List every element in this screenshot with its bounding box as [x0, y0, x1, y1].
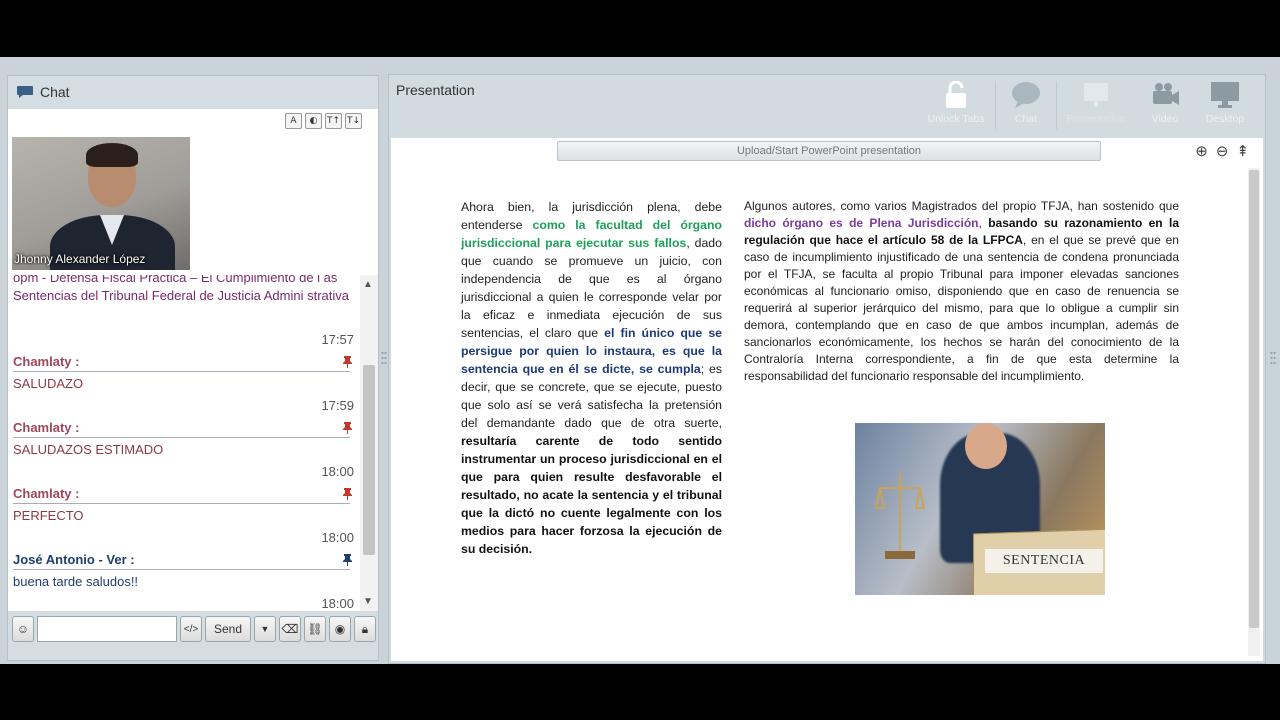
zoom-in-icon[interactable]: ⊕	[1195, 142, 1208, 160]
font-tools: A ◐ T↑ T↓	[285, 113, 362, 129]
lock-open-icon	[946, 81, 966, 108]
message-list: opm - Defensa Fiscal Práctica – El Cumpl…	[8, 275, 358, 611]
monitor-icon	[1211, 82, 1239, 108]
link-button[interactable]: ⛓	[304, 616, 326, 642]
presentation-icon	[1084, 83, 1108, 107]
presentation-tab-button[interactable]: Presentation	[1057, 81, 1135, 129]
chat-tab-button[interactable]: Chat	[996, 81, 1056, 129]
chevron-down-icon: ▼	[260, 624, 270, 634]
chat-footer: ☺ </> Send ▼ ⌫ ⛓ ◉ 🔒︎	[8, 614, 378, 644]
message-time: 17:59	[321, 398, 354, 413]
web-conference-app: Chat A ◐ T↑ T↓ Jhonny Alexander López op…	[0, 57, 1280, 664]
scroll-up-icon[interactable]: ▲	[363, 279, 373, 290]
resize-grip-icon[interactable]	[1270, 351, 1276, 365]
chat-title: Chat	[40, 84, 70, 100]
slide-scrollbar[interactable]	[1248, 168, 1260, 656]
chat-message-input[interactable]	[37, 616, 177, 642]
upload-presentation-button[interactable]: Upload/Start PowerPoint presentation	[557, 141, 1101, 161]
message-text: PERFECTO	[13, 508, 84, 523]
eye-icon: ◉	[334, 622, 346, 636]
smiley-icon: ☺	[16, 622, 30, 636]
chat-header: Chat	[8, 76, 378, 108]
link-icon: ⛓	[307, 622, 323, 636]
eraser-button[interactable]: ⌫	[279, 616, 301, 642]
resize-grip-icon[interactable]	[381, 351, 387, 365]
sentencia-label: SENTENCIA	[985, 549, 1103, 573]
scroll-down-icon[interactable]: ▼	[363, 596, 373, 607]
chat-bubble-icon	[17, 86, 33, 98]
unlock-tabs-button[interactable]: Unlock Tabs	[917, 81, 995, 129]
message-time: 17:57	[321, 332, 354, 347]
list-item: opm - Defensa Fiscal Práctica – El Cumpl…	[13, 275, 350, 303]
message-time: 18:00	[321, 530, 354, 545]
pin-icon[interactable]	[343, 356, 352, 368]
eraser-icon: ⌫	[281, 622, 299, 636]
message-author: Chamlaty :	[13, 354, 80, 369]
message-text: SALUDAZOS ESTIMADO	[13, 442, 164, 457]
pin-icon[interactable]	[343, 554, 352, 566]
font-increase-button[interactable]: T↑	[325, 113, 342, 129]
message-time: 18:00	[321, 596, 354, 611]
code-button[interactable]: </>	[180, 616, 202, 642]
chat-scrollbar[interactable]: ▲ ▼	[360, 275, 378, 611]
font-decrease-button[interactable]: T↓	[345, 113, 362, 129]
code-icon: </>	[183, 623, 199, 635]
pin-icon[interactable]	[343, 422, 352, 434]
presentation-panel: Presentation Unlock Tabs Chat Presentati…	[388, 74, 1266, 664]
slide-text-left: Ahora bien, la jurisdicción plena, debe …	[461, 200, 722, 556]
scales-of-justice-icon	[875, 473, 925, 559]
zoom-controls: ⊕ ⊖ ⇞	[1195, 142, 1249, 160]
message-author: Chamlaty :	[13, 420, 80, 435]
webcam-video[interactable]: Jhonny Alexander López	[12, 137, 190, 270]
send-options-button[interactable]: ▼	[254, 616, 276, 642]
font-color-button[interactable]: A	[285, 113, 302, 129]
message-time: 18:00	[321, 464, 354, 479]
lock-button[interactable]: 🔒︎	[354, 616, 376, 642]
lock-icon: 🔒︎	[361, 621, 369, 636]
chat-body: A ◐ T↑ T↓ Jhonny Alexander López opm - D…	[8, 109, 378, 611]
theme-button[interactable]: ◐	[305, 113, 322, 129]
fit-icon[interactable]: ⇞	[1236, 142, 1249, 160]
chat-bubble-icon	[1012, 82, 1040, 108]
message-author: Chamlaty :	[13, 486, 80, 501]
presentation-title: Presentation	[396, 82, 475, 98]
message-author: José Antonio - Ver :	[13, 552, 135, 567]
video-participant-name: Jhonny Alexander López	[14, 252, 146, 266]
video-tab-button[interactable]: Video	[1135, 81, 1195, 129]
zoom-out-icon[interactable]: ⊖	[1216, 142, 1229, 160]
video-camera-icon	[1153, 83, 1179, 105]
pin-icon[interactable]	[343, 488, 352, 500]
justice-photo: SENTENCIA	[855, 423, 1105, 595]
view-button[interactable]: ◉	[329, 616, 351, 642]
desktop-tab-button[interactable]: Desktop	[1195, 81, 1255, 129]
send-button[interactable]: Send	[205, 616, 251, 642]
emoji-button[interactable]: ☺	[12, 616, 34, 642]
presentation-toolbar: Unlock Tabs Chat Presentation Video Desk…	[917, 81, 1255, 129]
chat-panel: Chat A ◐ T↑ T↓ Jhonny Alexander López op…	[7, 75, 379, 661]
message-text: SALUDAZO	[13, 376, 84, 391]
message-text: buena tarde saludos!!	[13, 574, 139, 589]
slide-area: Upload/Start PowerPoint presentation ⊕ ⊖…	[391, 138, 1263, 661]
slide-text-right: Algunos autores, como varios Magistrados…	[744, 199, 1179, 383]
